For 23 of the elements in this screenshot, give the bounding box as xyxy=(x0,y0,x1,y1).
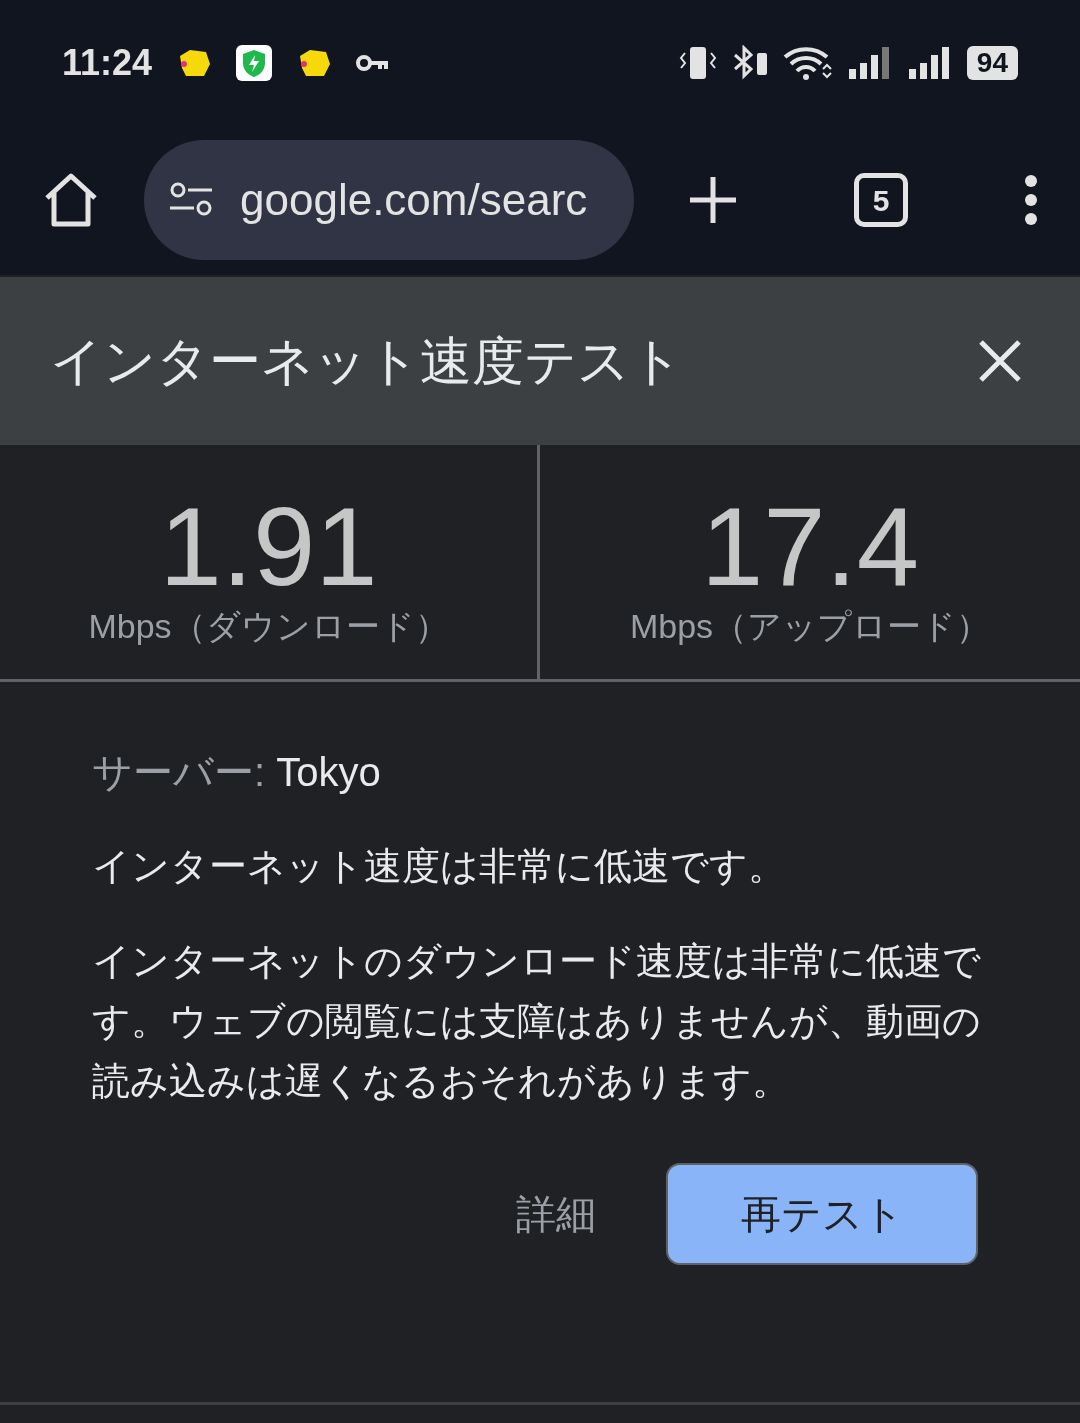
speed-value: 1.91 xyxy=(159,497,378,597)
new-tab-icon[interactable] xyxy=(688,175,738,225)
clock: 11:24 xyxy=(62,40,153,85)
shield-icon xyxy=(236,44,273,81)
details-link[interactable]: 詳細 xyxy=(516,1184,596,1244)
close-icon[interactable] xyxy=(978,339,1022,383)
server-text: サーバー: Tokyo xyxy=(92,749,382,796)
speed-label: Mbps（アップロード） xyxy=(629,606,991,647)
description-text: インターネットのダウンロード速度は非常に低速です。ウェブの閲覧には支障はありませんが、動画の読み込みは遅くなるおそれがあります。 xyxy=(92,939,982,1104)
wifi-icon xyxy=(782,44,833,81)
speed-value: 17.4 xyxy=(701,497,919,597)
summary-text: インターネット速度は非常に低速です。 xyxy=(92,844,787,889)
speed-label: Mbps（ダウンロード） xyxy=(88,606,449,647)
card-title: インターネット速度テスト xyxy=(50,331,683,392)
menu-icon[interactable] xyxy=(1024,175,1038,225)
key-icon xyxy=(356,52,391,73)
address-bar[interactable]: google.com/searc xyxy=(144,140,634,260)
retest-button[interactable]: 再テスト xyxy=(666,1163,978,1265)
vibrate-icon xyxy=(678,44,717,81)
battery-indicator: 94 xyxy=(966,45,1018,80)
tab-count[interactable]: 5 xyxy=(854,173,908,227)
tune-icon xyxy=(168,182,214,218)
url-text: google.com/searc xyxy=(240,174,588,226)
